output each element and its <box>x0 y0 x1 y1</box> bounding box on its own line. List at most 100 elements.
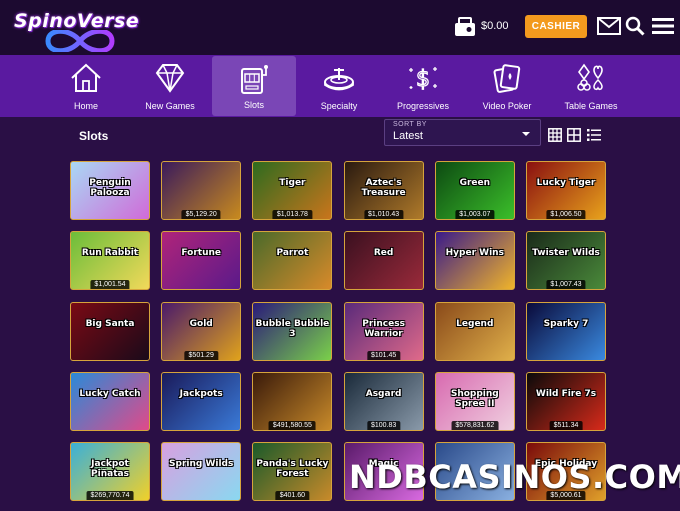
game-title: Panda's Lucky Forest <box>256 459 329 480</box>
game-title: Legend <box>456 318 494 329</box>
mail-icon[interactable] <box>597 17 621 35</box>
jackpot-amount: $1,010.43 <box>364 210 404 219</box>
jackpot-amount: $1,007.43 <box>546 280 586 290</box>
game-tile[interactable]: Green $1,003.07 <box>434 161 515 220</box>
site-logo[interactable]: SpinoVerse <box>10 4 140 52</box>
game-tile[interactable]: Run Rabbit $1,001.54 <box>70 231 150 291</box>
game-title: Gold <box>189 318 213 329</box>
jackpot-amount: $269,770.74 <box>86 491 134 501</box>
game-title: Twister Wilds <box>532 248 600 259</box>
game-tile[interactable]: $491,580.55 <box>252 371 333 431</box>
nav-label: Table Games <box>564 101 618 111</box>
game-title: Sparky 7 <box>543 318 589 329</box>
game-title: Princess Warrior <box>362 318 405 339</box>
jackpot-amount: $5,129.20 <box>181 210 221 219</box>
game-title: Tiger <box>279 178 306 188</box>
nav-home[interactable]: Home <box>44 55 128 117</box>
game-tile[interactable]: Parrot <box>252 231 333 291</box>
sort-value: Latest <box>393 130 423 142</box>
infinity-logo-icon <box>45 30 115 52</box>
game-title: Penguin Palooza <box>89 178 131 198</box>
game-tile[interactable]: Gold $501.29 <box>161 301 242 361</box>
jackpot-amount: $511.34 <box>549 420 583 430</box>
game-tile[interactable]: Twister Wilds $1,007.43 <box>526 231 606 291</box>
small-grid-view-icon[interactable] <box>567 128 581 142</box>
game-title: Aztec's Treasure <box>361 178 406 198</box>
nav-label: New Games <box>145 101 195 111</box>
game-title: Shopping Spree II <box>450 388 499 409</box>
game-tile[interactable]: Princess Warrior $101.45 <box>343 301 424 361</box>
game-tile[interactable]: Hyper Wins <box>434 231 515 291</box>
jackpot-amount: $1,003.07 <box>455 210 495 219</box>
game-title: Wild Fire 7s <box>535 388 597 399</box>
list-view-icon[interactable] <box>587 128 601 142</box>
game-title: Jackpot Piñatas <box>91 459 129 480</box>
cards-icon <box>493 64 521 93</box>
roulette-icon <box>324 68 354 91</box>
game-tile[interactable]: Penguin Palooza <box>70 161 150 220</box>
large-grid-view-icon[interactable] <box>548 128 562 142</box>
game-tile[interactable]: Shopping Spree II $578,831.62 <box>434 371 515 431</box>
game-tile[interactable]: Jackpots <box>161 371 242 431</box>
game-tile[interactable]: Panda's Lucky Forest $401.60 <box>252 442 333 502</box>
game-tile[interactable]: Aztec's Treasure $1,010.43 <box>343 161 424 220</box>
game-tile[interactable]: Bubble Bubble 3 <box>252 301 333 361</box>
game-title: Parrot <box>276 248 309 259</box>
jackpot-amount: $1,013.78 <box>272 210 312 219</box>
jackpot-amount: $100.83 <box>366 420 401 430</box>
sort-dropdown[interactable]: SORT BY Latest <box>384 119 541 146</box>
caret-down-icon <box>522 132 530 136</box>
search-icon[interactable] <box>625 16 645 36</box>
game-tile[interactable]: Lucky Catch <box>70 371 150 431</box>
jackpot-amount: $501.29 <box>184 350 218 360</box>
game-tile[interactable]: Wild Fire 7s $511.34 <box>526 371 606 431</box>
hamburger-menu-icon[interactable] <box>652 17 674 35</box>
game-title: Hyper Wins <box>445 248 504 259</box>
nav-specialty[interactable]: Specialty <box>297 55 381 117</box>
section-title: Slots <box>79 129 109 143</box>
jackpot-amount: $491,580.55 <box>268 420 316 430</box>
balance-amount: $0.00 <box>481 20 509 32</box>
game-tile[interactable]: Lucky Tiger $1,006.50 <box>526 161 606 220</box>
game-tile[interactable]: Asgard $100.83 <box>343 371 424 431</box>
wallet-icon[interactable] <box>454 17 476 37</box>
cashier-button[interactable]: CASHIER <box>525 15 587 38</box>
game-tile[interactable]: Fortune <box>161 231 242 291</box>
nav-label: Slots <box>243 100 264 110</box>
jackpot-amount: $401.60 <box>275 491 310 501</box>
jackpot-amount: $101.45 <box>366 350 401 360</box>
watermark: NDBCASINOS.COM <box>349 458 680 496</box>
game-tile[interactable]: Red <box>343 231 424 291</box>
dollar-sparkle-icon: $ <box>409 66 437 93</box>
game-title: Red <box>373 248 394 259</box>
game-title: Bubble Bubble 3 <box>255 318 330 339</box>
game-tile[interactable]: $5,129.20 <box>161 161 242 220</box>
nav-table-games[interactable]: Table Games <box>549 55 633 117</box>
game-title: Lucky Catch <box>79 388 141 399</box>
game-tile[interactable]: Jackpot Piñatas $269,770.74 <box>70 442 150 502</box>
game-tile[interactable]: Legend <box>434 301 515 361</box>
game-tile[interactable]: Big Santa <box>70 301 150 361</box>
nav-progressives[interactable]: $ Progressives <box>381 55 465 117</box>
game-title: Spring Wilds <box>169 459 234 470</box>
game-tile[interactable]: Spring Wilds <box>161 442 242 502</box>
jackpot-amount: $1,001.54 <box>90 280 130 290</box>
nav-slots[interactable]: Slots <box>212 56 296 116</box>
diamond-icon <box>155 64 185 93</box>
nav-video-poker[interactable]: Video Poker <box>465 55 549 117</box>
home-icon <box>71 63 101 92</box>
game-tile[interactable]: Tiger $1,013.78 <box>252 161 333 220</box>
jackpot-amount: $1,006.50 <box>546 210 586 219</box>
game-title: Green <box>459 178 491 188</box>
logo-text: SpinoVerse <box>14 10 140 32</box>
game-title: Big Santa <box>85 318 135 329</box>
nav-new-games[interactable]: New Games <box>128 55 212 117</box>
nav-label: Home <box>73 101 98 111</box>
game-title: Asgard <box>365 388 402 399</box>
category-nav: Home New Games Slots Specialty $ Progres… <box>0 55 680 117</box>
top-header: SpinoVerse $0.00 CASHIER <box>0 0 680 55</box>
game-title: Lucky Tiger <box>536 178 596 188</box>
card-suits-icon <box>577 63 603 91</box>
nav-label: Video Poker <box>482 101 532 111</box>
game-tile[interactable]: Sparky 7 <box>526 301 606 361</box>
